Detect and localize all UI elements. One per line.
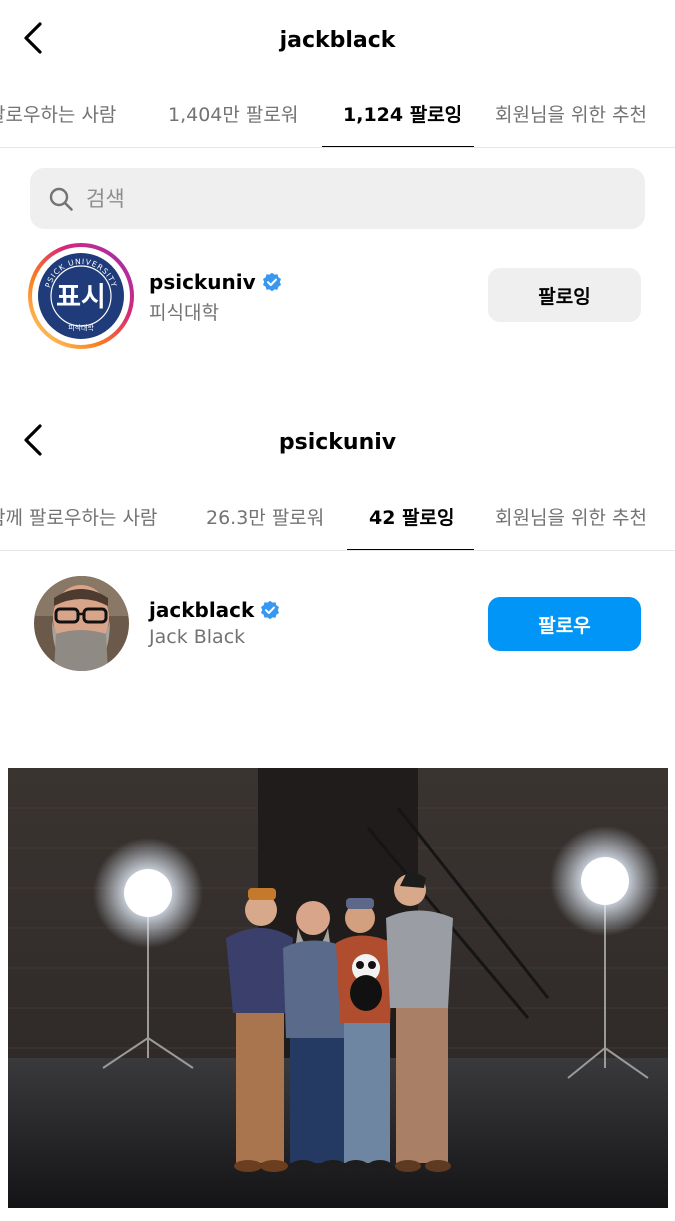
avatar-jackblack[interactable] xyxy=(34,576,129,671)
tab-suggested[interactable]: 회원님을 위한 추천 xyxy=(495,100,647,147)
following-button[interactable]: 팔로잉 xyxy=(488,268,641,322)
follow-button[interactable]: 팔로우 xyxy=(488,597,641,651)
studio-group-photo xyxy=(8,768,668,1208)
tab-followers[interactable]: 1,404만 팔로워 xyxy=(168,100,298,147)
tab-following[interactable]: 42 팔로잉 xyxy=(369,503,455,550)
active-tab-indicator xyxy=(347,549,474,550)
logo-text: 표시 xyxy=(56,282,106,313)
header-jackblack: jackblack xyxy=(0,10,675,70)
list-item[interactable]: jackblack Jack Black 팔로우 xyxy=(0,568,675,678)
verified-badge-icon xyxy=(262,272,281,292)
tab-mutual-followers[interactable]: 팔로우하는 사람 xyxy=(0,100,116,147)
search-icon xyxy=(49,187,73,211)
active-tab-indicator xyxy=(322,146,474,147)
search-input[interactable] xyxy=(86,168,626,229)
username[interactable]: jackblack xyxy=(149,598,280,622)
verified-badge-icon xyxy=(261,600,280,620)
username-text: psickuniv xyxy=(149,270,256,294)
username-text: jackblack xyxy=(149,598,255,622)
username[interactable]: psickuniv xyxy=(149,270,282,294)
profile-photo xyxy=(34,576,129,671)
display-name: 피식대학 xyxy=(149,302,219,324)
avatar-psickuniv[interactable]: PSICK UNIVERSITY 표시 피식대학 xyxy=(27,242,135,350)
follow-tabs: 팔로우하는 사람 1,404만 팔로워 1,124 팔로잉 회원님을 위한 추천 xyxy=(0,98,675,148)
page-title: psickuniv xyxy=(278,430,397,455)
psick-university-logo: PSICK UNIVERSITY 표시 피식대학 xyxy=(28,243,134,349)
header-psickuniv: psickuniv xyxy=(0,412,675,472)
search-bar[interactable] xyxy=(30,168,645,229)
tab-mutual-followers[interactable]: 함께 팔로우하는 사람 xyxy=(0,503,157,550)
follow-tabs: 함께 팔로우하는 사람 26.3만 팔로워 42 팔로잉 회원님을 위한 추천 xyxy=(0,501,675,551)
display-name: Jack Black xyxy=(149,626,246,648)
group-photo xyxy=(8,768,668,1208)
tab-followers[interactable]: 26.3만 팔로워 xyxy=(206,503,324,550)
logo-bottom-text: 피식대학 xyxy=(68,323,94,332)
page-title: jackblack xyxy=(279,28,396,53)
tab-following[interactable]: 1,124 팔로잉 xyxy=(343,100,462,147)
list-item[interactable]: PSICK UNIVERSITY 표시 피식대학 psickuniv 피식대학 … xyxy=(0,240,675,350)
tab-suggested[interactable]: 회원님을 위한 추천 xyxy=(495,503,647,550)
